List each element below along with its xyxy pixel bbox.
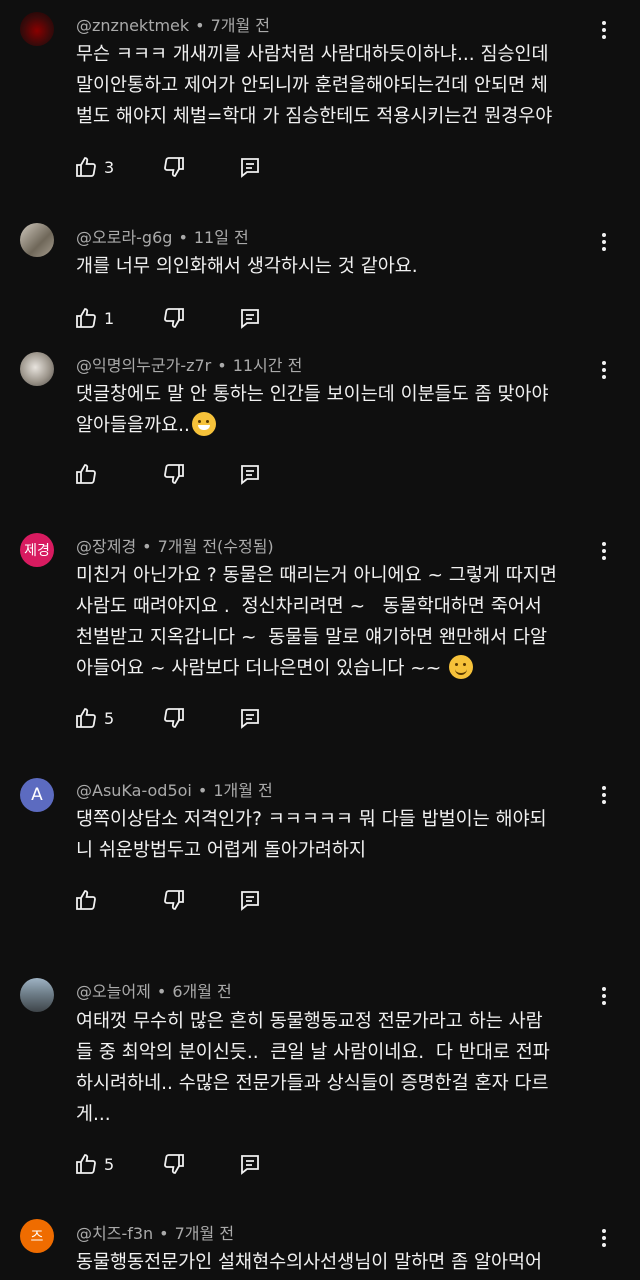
thumbs-up-icon bbox=[76, 1154, 96, 1174]
reply-button[interactable] bbox=[238, 462, 262, 486]
reply-button[interactable] bbox=[238, 1152, 262, 1176]
like-count: 5 bbox=[104, 1154, 115, 1174]
like-count: 3 bbox=[104, 157, 115, 177]
dislike-button[interactable] bbox=[162, 888, 186, 912]
timestamp: 11일 전 bbox=[193, 228, 249, 247]
reply-icon bbox=[241, 1155, 259, 1175]
comment-actions: 5 bbox=[74, 1151, 259, 1177]
more-vertical-icon[interactable] bbox=[594, 984, 614, 1008]
thumbs-down-icon bbox=[164, 708, 184, 728]
comment-text: 댕쪽이상담소 저격인가? ㅋㅋㅋㅋㅋ 뭐 다들 밥벌이는 해야되 니 쉬운방법두고… bbox=[76, 809, 547, 861]
timestamp: 11시간 전 bbox=[232, 356, 303, 375]
smiling-emoji bbox=[449, 655, 474, 679]
avatar[interactable]: 즈 bbox=[20, 1219, 54, 1253]
avatar[interactable] bbox=[20, 978, 54, 1012]
thumbs-down-icon bbox=[164, 157, 184, 177]
author-name[interactable]: @오늘어제 bbox=[76, 982, 151, 1001]
thumbs-down-icon bbox=[164, 308, 184, 328]
reply-button[interactable] bbox=[238, 888, 262, 912]
author-name[interactable]: @오로라-g6g bbox=[76, 228, 172, 247]
author-name[interactable]: @치즈-f3n bbox=[76, 1224, 153, 1243]
thumbs-down-icon bbox=[164, 890, 184, 910]
comment-text: 미친거 아닌가요 ? 동물은 때리는거 아니에요 ~ 그렇게 따지면 사람도 때려… bbox=[76, 565, 557, 679]
thumbs-up-icon bbox=[76, 890, 96, 910]
reply-icon bbox=[241, 158, 259, 178]
like-button[interactable]: 5 bbox=[74, 1152, 114, 1176]
more-vertical-icon[interactable] bbox=[594, 18, 614, 42]
like-button[interactable]: 5 bbox=[74, 706, 114, 730]
avatar[interactable] bbox=[20, 352, 54, 386]
dislike-button[interactable] bbox=[162, 706, 186, 730]
thumbs-down-icon bbox=[164, 1154, 184, 1174]
like-button[interactable]: 1 bbox=[74, 306, 114, 330]
timestamp: 1개월 전 bbox=[213, 781, 273, 800]
author-name[interactable]: @익명의누군가-z7r bbox=[76, 356, 211, 375]
avatar[interactable] bbox=[20, 12, 54, 46]
like-button[interactable] bbox=[74, 888, 104, 912]
reply-button[interactable] bbox=[238, 706, 262, 730]
comment-text: 댓글창에도 말 안 통하는 인간들 보이는데 이분들도 좀 맞아야 알아들을까요.… bbox=[76, 384, 549, 436]
comment-meta: @오늘어제 • 6개월 전 bbox=[76, 982, 232, 1001]
reply-icon bbox=[241, 465, 259, 485]
more-vertical-icon[interactable] bbox=[594, 1226, 614, 1250]
avatar[interactable]: 제경 bbox=[20, 533, 54, 567]
dislike-button[interactable] bbox=[162, 155, 186, 179]
comment-text: 개를 너무 의인화해서 생각하시는 것 같아요. bbox=[76, 256, 418, 277]
timestamp: 7개월 전 bbox=[174, 1224, 235, 1243]
avatar[interactable]: A bbox=[20, 778, 54, 812]
grinning-sweat-emoji bbox=[191, 412, 216, 436]
comment-text: 무슨 ㅋㅋㅋ 개새끼를 사람처럼 사람대하듯이하냐... 짐승인데 말이안통하고 … bbox=[76, 44, 553, 127]
like-count: 5 bbox=[104, 708, 115, 728]
thumbs-up-icon bbox=[76, 708, 96, 728]
comment-text: 동물행동전문가인 설채현수의사선생님이 말하면 좀 알아먹어 bbox=[76, 1252, 543, 1273]
more-vertical-icon[interactable] bbox=[594, 230, 614, 254]
comment-actions: 1 bbox=[74, 305, 259, 331]
dislike-button[interactable] bbox=[162, 306, 186, 330]
comment-meta: @AsuKa-od5oi • 1개월 전 bbox=[76, 781, 273, 800]
thumbs-up-icon bbox=[76, 464, 96, 484]
comment-meta: @익명의누군가-z7r • 11시간 전 bbox=[76, 356, 303, 375]
dislike-button[interactable] bbox=[162, 1152, 186, 1176]
comment-actions bbox=[74, 887, 259, 913]
thumbs-down-icon bbox=[164, 464, 184, 484]
comment-actions bbox=[74, 461, 259, 487]
author-name[interactable]: @znznektmek bbox=[76, 16, 189, 35]
timestamp: 6개월 전 bbox=[172, 982, 232, 1001]
like-button[interactable] bbox=[74, 462, 104, 486]
comment-meta: @치즈-f3n • 7개월 전 bbox=[76, 1224, 235, 1243]
reply-icon bbox=[241, 709, 259, 729]
timestamp: 7개월 전(수정됨) bbox=[157, 537, 274, 556]
like-button[interactable]: 3 bbox=[74, 155, 114, 179]
comment-actions: 5 bbox=[74, 705, 259, 731]
avatar[interactable] bbox=[20, 223, 54, 257]
more-vertical-icon[interactable] bbox=[594, 783, 614, 807]
reply-icon bbox=[241, 309, 259, 329]
comment-meta: @장제경 • 7개월 전(수정됨) bbox=[76, 537, 274, 556]
dislike-button[interactable] bbox=[162, 462, 186, 486]
author-name[interactable]: @장제경 bbox=[76, 537, 136, 556]
comment-meta: @znznektmek • 7개월 전 bbox=[76, 16, 271, 35]
thumbs-up-icon bbox=[76, 308, 96, 328]
comment-text: 여태껏 무수히 많은 흔히 동물행동교정 전문가라고 하는 사람 들 중 최악의 … bbox=[76, 1011, 550, 1125]
reply-button[interactable] bbox=[238, 306, 262, 330]
more-vertical-icon[interactable] bbox=[594, 539, 614, 563]
timestamp: 7개월 전 bbox=[210, 16, 271, 35]
more-vertical-icon[interactable] bbox=[594, 358, 614, 382]
comment-meta: @오로라-g6g • 11일 전 bbox=[76, 228, 249, 247]
author-name[interactable]: @AsuKa-od5oi bbox=[76, 781, 192, 800]
comment-actions: 3 bbox=[74, 154, 259, 180]
like-count: 1 bbox=[104, 308, 115, 328]
thumbs-up-icon bbox=[76, 157, 96, 177]
reply-button[interactable] bbox=[238, 155, 262, 179]
reply-icon bbox=[241, 891, 259, 911]
